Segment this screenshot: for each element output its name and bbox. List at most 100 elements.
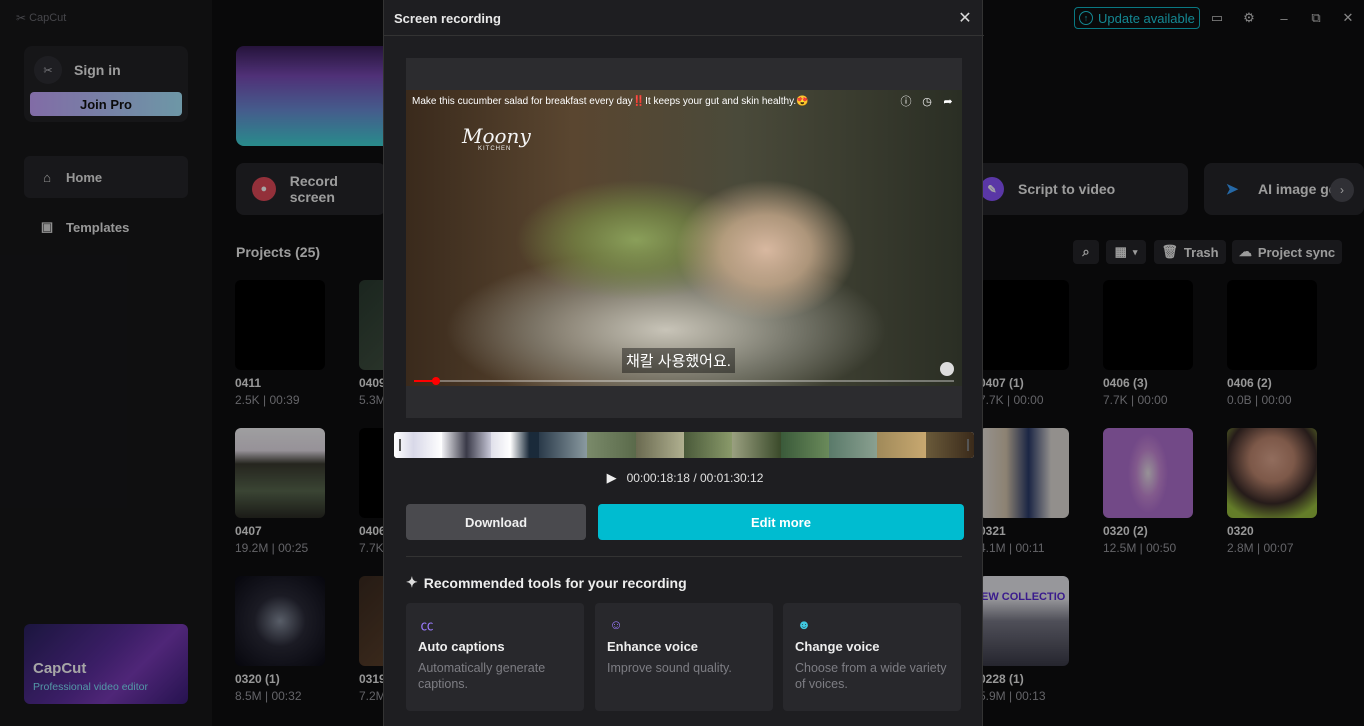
- project-sync-button[interactable]: ☁ Project sync: [1232, 240, 1342, 264]
- video-progress-handle[interactable]: [431, 377, 440, 385]
- promo-title: CapCut: [33, 660, 87, 677]
- project-thumbnail: EW COLLECTIO: [979, 576, 1069, 666]
- project-meta: 8.5M | 00:32: [235, 689, 302, 703]
- script-icon: ✎: [980, 177, 1004, 201]
- promo-card[interactable]: CapCut Professional video editor: [24, 624, 188, 704]
- hero-banner[interactable]: [236, 46, 396, 146]
- app-logo: ✂ CapCut: [16, 11, 66, 25]
- close-window-icon[interactable]: ✕: [1338, 8, 1358, 28]
- filmstrip-frame: [490, 432, 539, 458]
- video-watermark-logo: Moony: [462, 124, 531, 148]
- timeline-filmstrip[interactable]: [394, 432, 974, 458]
- home-icon: ⌂: [43, 169, 51, 185]
- play-icon[interactable]: ▶: [605, 470, 619, 486]
- trim-handle-left[interactable]: [399, 439, 401, 451]
- project-name: 0406 (2): [1227, 376, 1272, 390]
- projects-heading: Projects (25): [236, 244, 320, 260]
- app-name: CapCut: [29, 12, 67, 24]
- project-meta: 7.7K | 00:00: [1103, 393, 1168, 407]
- projects-count: (25): [295, 244, 321, 260]
- project-card[interactable]: 0407 (1) 7.7K | 00:00: [979, 280, 1071, 407]
- screen-recording-dialog: Screen recording ✕ Make this cucumber sa…: [383, 0, 984, 726]
- project-card[interactable]: 0406 (3) 7.7K | 00:00: [1103, 280, 1195, 407]
- script-to-video-card[interactable]: ✎ Script to video: [966, 163, 1188, 215]
- search-button[interactable]: ⌕: [1073, 240, 1099, 264]
- grid-icon: ▦: [1114, 244, 1127, 259]
- project-card[interactable]: 0320 2.8M | 00:07: [1227, 428, 1319, 555]
- filmstrip-frame: [394, 432, 443, 458]
- voice-enhance-icon: ☺: [609, 616, 623, 632]
- time-total: 00:01:30:12: [700, 471, 764, 485]
- account-card: ✂ Sign in Join Pro: [24, 46, 188, 122]
- project-thumbnail: [1103, 428, 1193, 518]
- feedback-icon[interactable]: ▭: [1207, 8, 1227, 28]
- playback-time: 00:00:18:18 / 00:01:30:12: [627, 471, 764, 485]
- channel-avatar-icon: [940, 362, 954, 376]
- minimize-icon[interactable]: –: [1274, 8, 1294, 28]
- project-meta: 5.9M | 00:13: [979, 689, 1046, 703]
- chevron-down-icon: ▾: [1132, 246, 1138, 257]
- projects-title: Projects: [236, 244, 292, 260]
- enhance-voice-card[interactable]: ☺ Enhance voice Improve sound quality.: [595, 603, 773, 711]
- join-pro-button[interactable]: Join Pro: [30, 92, 182, 116]
- video-frame[interactable]: Make this cucumber salad for breakfast e…: [406, 90, 962, 386]
- video-progress-bar[interactable]: [414, 377, 954, 385]
- project-meta: 19.2M | 00:25: [235, 541, 309, 555]
- sidebar-item-label: Home: [66, 169, 103, 185]
- signin-button[interactable]: ✂ Sign in: [34, 56, 121, 84]
- view-toggle-button[interactable]: ▦ ▾: [1106, 240, 1146, 264]
- share-icon[interactable]: ➦: [942, 95, 954, 108]
- card-title: Change voice: [795, 639, 880, 654]
- video-subtitle: 채칼 사용했어요.: [622, 348, 735, 373]
- trash-button[interactable]: 🗑 Trash: [1154, 240, 1226, 264]
- project-card[interactable]: 0321 4.1M | 00:11: [979, 428, 1071, 555]
- video-caption: Make this cucumber salad for breakfast e…: [412, 96, 809, 107]
- filmstrip-frame: [780, 432, 829, 458]
- info-icon[interactable]: ⓘ: [900, 95, 912, 108]
- sidebar-item-label: Templates: [66, 219, 130, 235]
- settings-icon[interactable]: ⚙: [1239, 8, 1259, 28]
- playback-controls: ▶ 00:00:18:18 / 00:01:30:12: [384, 470, 984, 486]
- clock-icon[interactable]: ◷: [921, 95, 933, 108]
- project-name: 0321: [979, 524, 1006, 538]
- trim-handle-right[interactable]: [967, 439, 969, 451]
- sidebar-item-templates[interactable]: ▣ Templates: [24, 206, 188, 248]
- tool-label: Script to video: [1018, 181, 1116, 197]
- project-card[interactable]: 0320 (1) 8.5M | 00:32: [235, 576, 327, 703]
- project-meta: 2.8M | 00:07: [1227, 541, 1294, 555]
- maximize-icon[interactable]: ⧉: [1306, 8, 1326, 28]
- search-icon: ⌕: [1082, 244, 1090, 259]
- project-card[interactable]: 0411 2.5K | 00:39: [235, 280, 327, 407]
- project-meta: 0.0B | 00:00: [1227, 393, 1292, 407]
- project-card[interactable]: 0320 (2) 12.5M | 00:50: [1103, 428, 1195, 555]
- record-icon: ●: [252, 177, 276, 201]
- divider: [406, 556, 962, 557]
- chevron-right-icon[interactable]: ›: [1330, 178, 1354, 202]
- dialog-header: Screen recording ✕: [384, 0, 984, 36]
- filmstrip-frame: [683, 432, 733, 458]
- edit-more-button[interactable]: Edit more: [598, 504, 964, 540]
- download-button[interactable]: Download: [406, 504, 586, 540]
- video-overlay-icons: ⓘ ◷ ➦: [900, 95, 954, 109]
- record-screen-card[interactable]: ● Record screen: [236, 163, 386, 215]
- voice-change-icon: ☻: [797, 616, 811, 632]
- trash-icon: 🗑: [1161, 244, 1178, 259]
- auto-captions-card[interactable]: ㏄ Auto captions Automatically generate c…: [406, 603, 584, 711]
- avatar: ✂: [34, 56, 62, 84]
- project-thumbnail: [979, 428, 1069, 518]
- update-available-button[interactable]: ↑ Update available: [1074, 7, 1200, 29]
- project-card[interactable]: 0406 (2) 0.0B | 00:00: [1227, 280, 1319, 407]
- project-card[interactable]: EW COLLECTIO 0228 (1) 5.9M | 00:13: [979, 576, 1071, 703]
- templates-icon: ▣: [40, 219, 54, 234]
- card-title: Auto captions: [418, 639, 505, 654]
- sidebar-item-home[interactable]: ⌂ Home: [24, 156, 188, 198]
- change-voice-card[interactable]: ☻ Change voice Choose from a wide variet…: [783, 603, 961, 711]
- close-icon[interactable]: ✕: [955, 8, 975, 28]
- filmstrip-frame: [635, 432, 684, 458]
- filmstrip-frame: [442, 432, 491, 458]
- filmstrip-frame: [828, 432, 878, 458]
- video-preview: Make this cucumber salad for breakfast e…: [406, 58, 962, 418]
- project-card[interactable]: 0407 19.2M | 00:25: [235, 428, 327, 555]
- project-thumbnail: [1227, 428, 1317, 518]
- time-separator: /: [689, 471, 700, 485]
